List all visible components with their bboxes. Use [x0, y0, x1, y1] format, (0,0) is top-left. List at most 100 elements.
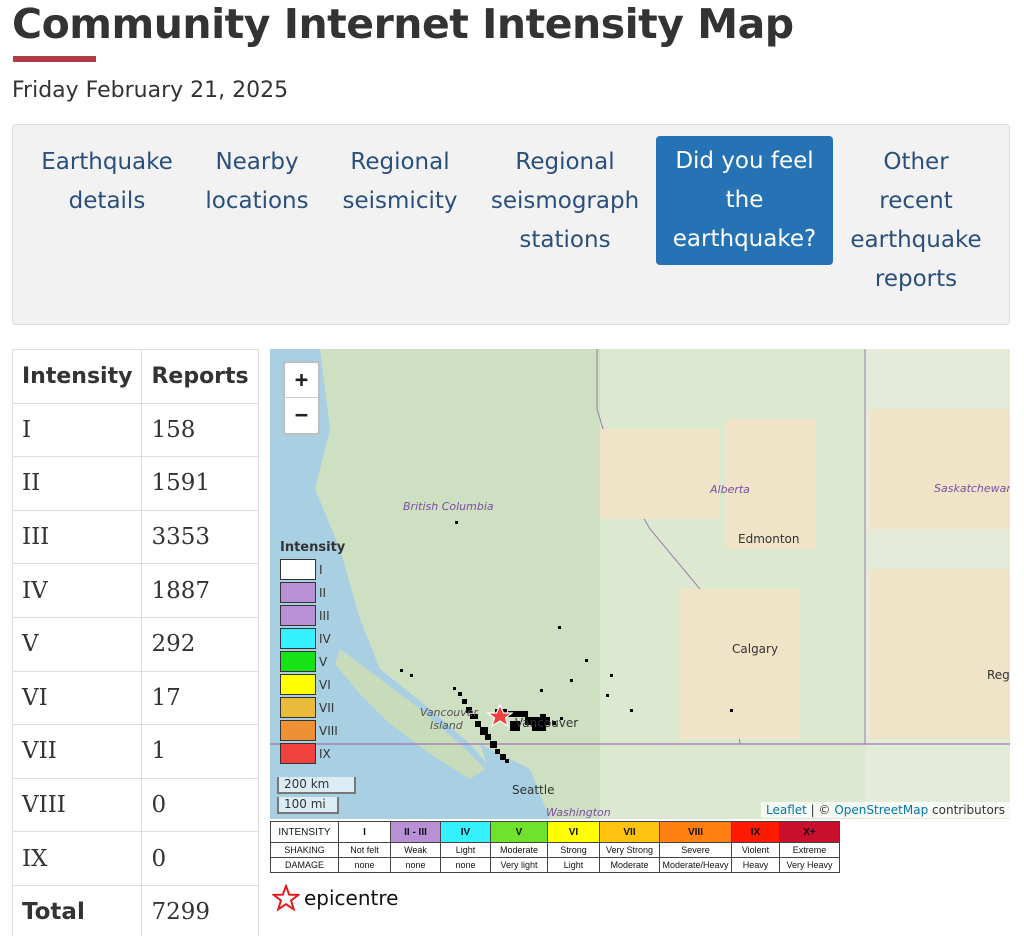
intensity-cell: II	[11, 456, 143, 511]
total-value: 7299	[141, 884, 259, 936]
legend-title: Intensity	[280, 540, 346, 555]
zoom-in-button[interactable]: +	[285, 363, 318, 398]
epicentre-key: epicentre	[272, 884, 398, 912]
table-row: IV 1887	[11, 563, 259, 618]
map-zoom-control: + −	[283, 361, 320, 435]
reports-cell: 158	[141, 402, 259, 458]
intensity-scale-row: INTENSITY I II - III IV V VI VII VIII IX…	[270, 821, 840, 843]
nav-other-recent-reports[interactable]: Other recent earthquake reports	[846, 137, 986, 305]
scale-intensity-cell: VIII	[659, 821, 732, 843]
legend-item: II	[280, 581, 345, 604]
scale-damage-cell: Light	[547, 857, 600, 873]
reports-cell: 1887	[141, 563, 259, 618]
legend-label: IV	[319, 631, 331, 646]
legend-label: I	[319, 562, 323, 577]
map-intensity-legend: Intensity I II III IV V VI VII VIII IX	[280, 540, 345, 765]
attribution-tail: contributors	[928, 803, 1005, 817]
scale-shaking-cell: Not felt	[338, 842, 391, 858]
legend-item: IV	[280, 627, 345, 650]
section-nav: Earthquake details Nearby locations Regi…	[12, 124, 1010, 325]
label-british-columbia: British Columbia	[403, 500, 494, 513]
leaflet-link[interactable]: Leaflet	[766, 803, 807, 817]
legend-item: I	[280, 558, 345, 581]
reports-cell: 1	[141, 724, 259, 779]
openstreetmap-link[interactable]: OpenStreetMap	[834, 803, 928, 817]
map-basemap[interactable]	[270, 349, 1010, 819]
legend-swatch	[280, 697, 316, 718]
scale-damage-cell: none	[440, 857, 491, 873]
scale-damage-cell: Very light	[490, 857, 548, 873]
legend-label: VII	[319, 700, 335, 715]
legend-label: IX	[319, 746, 331, 761]
legend-item: VII	[280, 696, 345, 719]
scale-damage-cell: Heavy	[731, 857, 780, 873]
total-label: Total	[11, 884, 143, 936]
scale-shaking-cell: Very Strong	[599, 842, 660, 858]
scale-intensity-cell: II - III	[390, 821, 441, 843]
label-washington: Washington	[546, 806, 611, 819]
nav-regional-seismograph-stations[interactable]: Regional seismograph stations	[485, 137, 645, 266]
table-row: II 1591	[11, 456, 259, 511]
shaking-scale-row: SHAKING Not felt Weak Light Moderate Str…	[270, 842, 840, 858]
label-saskatchewan: Saskatchewan	[934, 482, 1010, 495]
label-vancouver-island-line1: Vancouver	[420, 706, 479, 719]
scale-shaking-cell: Strong	[547, 842, 600, 858]
scale-intensity-cell: I	[338, 821, 391, 843]
legend-item: VI	[280, 673, 345, 696]
table-row: IX 0	[11, 831, 259, 886]
column-header-reports: Reports	[141, 349, 259, 404]
legend-swatch	[280, 651, 316, 672]
label-edmonton: Edmonton	[738, 532, 800, 546]
zoom-out-button[interactable]: −	[285, 398, 318, 433]
intensity-cell: III	[11, 509, 143, 565]
scale-damage-cell: none	[390, 857, 441, 873]
damage-scale-row: DAMAGE none none none Very light Light M…	[270, 857, 840, 873]
row-label-intensity: INTENSITY	[270, 821, 339, 843]
table-row: VII 1	[11, 724, 259, 779]
legend-label: V	[319, 654, 328, 669]
scale-damage-cell: Very Heavy	[779, 857, 840, 873]
legend-item: VIII	[280, 719, 345, 742]
intensity-map[interactable]: British Columbia Alberta Saskatchewan Ed…	[270, 349, 1010, 819]
nav-earthquake-details[interactable]: Earthquake details	[35, 137, 179, 227]
scale-shaking-cell: Extreme	[779, 842, 840, 858]
scale-damage-cell: Moderate	[599, 857, 660, 873]
scale-damage-cell: Moderate/Heavy	[659, 857, 732, 873]
legend-label: III	[319, 608, 330, 623]
scale-intensity-cell: X+	[779, 821, 840, 843]
scale-intensity-cell: VII	[599, 821, 660, 843]
nav-regional-seismicity[interactable]: Regional seismicity	[335, 137, 465, 227]
legend-label: VIII	[319, 723, 338, 738]
row-label-damage: DAMAGE	[270, 857, 339, 873]
legend-swatch	[280, 720, 316, 741]
table-row: V 292	[11, 616, 259, 672]
label-seattle: Seattle	[512, 783, 555, 797]
table-row: VIII 0	[11, 777, 259, 833]
legend-item: IX	[280, 742, 345, 765]
scale-shaking-cell: Moderate	[490, 842, 548, 858]
scale-shaking-cell: Violent	[731, 842, 780, 858]
page-title: Community Internet Intensity Map	[12, 0, 794, 48]
reports-cell: 0	[141, 831, 259, 886]
scale-bar-km: 200 km	[277, 777, 356, 794]
intensity-cell: IV	[11, 563, 143, 618]
column-header-intensity: Intensity	[11, 349, 143, 404]
intensity-cell: V	[11, 616, 143, 672]
legend-swatch	[280, 674, 316, 695]
scale-shaking-cell: Weak	[390, 842, 441, 858]
scale-intensity-cell: IV	[440, 821, 491, 843]
legend-swatch	[280, 582, 316, 603]
intensity-reports-table: Intensity Reports I 158 II 1591 III 3353 IV…	[11, 349, 259, 936]
reports-cell: 1591	[141, 456, 259, 511]
table-row: I 158	[11, 402, 259, 458]
nav-did-you-feel[interactable]: Did you feel the earthquake?	[656, 136, 833, 265]
nav-nearby-locations[interactable]: Nearby locations	[198, 137, 316, 227]
reports-cell: 292	[141, 616, 259, 672]
table-header-row: Intensity Reports	[11, 349, 259, 404]
page-date: Friday February 21, 2025	[12, 78, 289, 103]
legend-swatch	[280, 628, 316, 649]
attribution-separator: | ©	[806, 803, 835, 817]
reports-cell: 0	[141, 777, 259, 833]
legend-swatch	[280, 559, 316, 580]
scale-intensity-cell: IX	[731, 821, 780, 843]
